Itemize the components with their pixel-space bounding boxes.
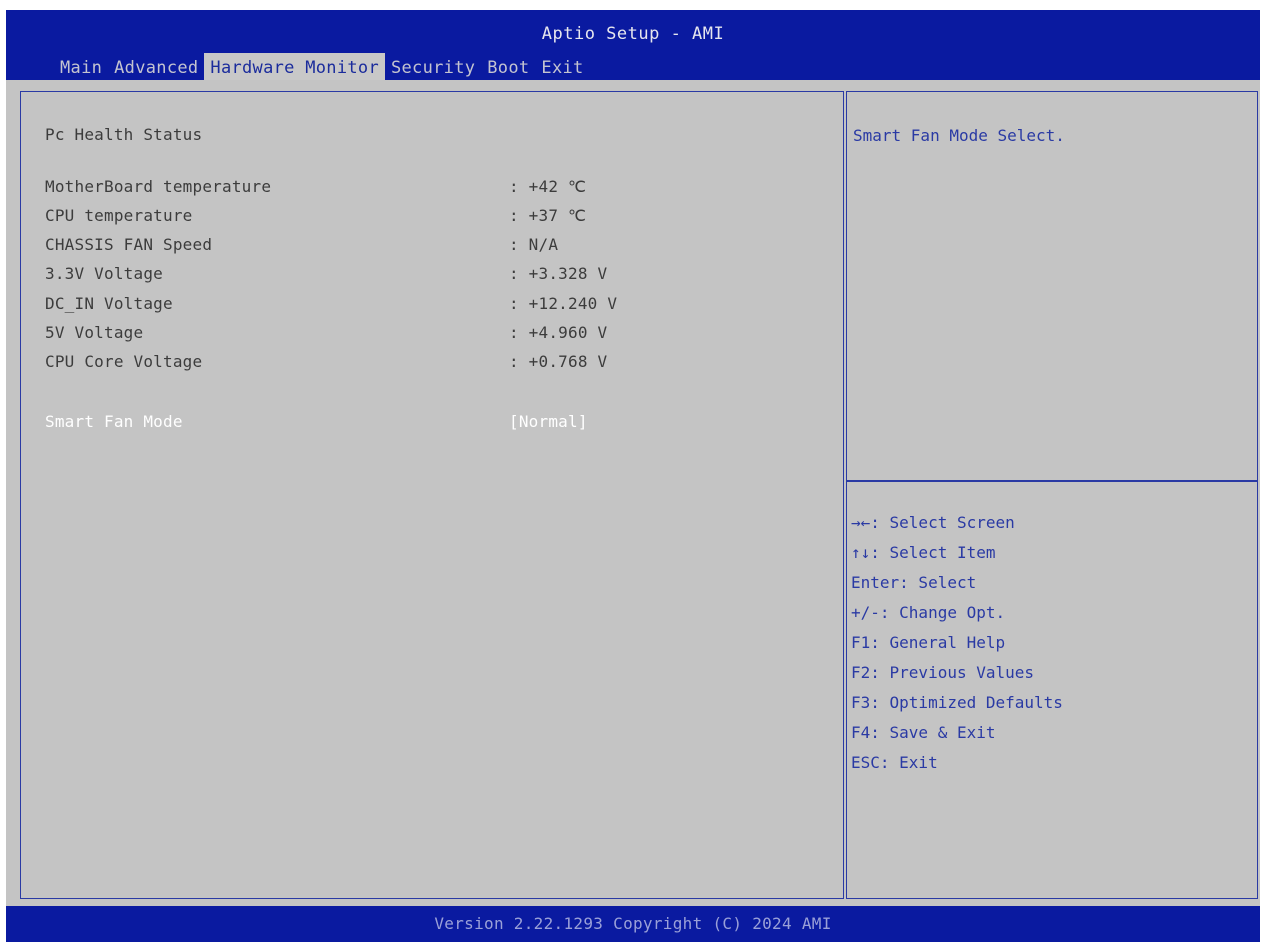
key-hint: F4: Save & Exit	[851, 723, 996, 742]
key-legend: →←: Select Screen ↑↓: Select Item Enter:…	[851, 508, 1063, 778]
tab-advanced[interactable]: Advanced	[108, 53, 204, 83]
reading-label: CPU Core Voltage	[45, 352, 203, 371]
reading-value: : +3.328 V	[509, 264, 608, 283]
tab-hardware-monitor[interactable]: Hardware Monitor	[204, 53, 385, 83]
reading-value: : +42 ℃	[509, 177, 587, 196]
key-hint: Enter: Select	[851, 573, 977, 592]
key-hint: F1: General Help	[851, 633, 1006, 652]
header-bar: Aptio Setup - AMI Main Advanced Hardware…	[6, 10, 1260, 83]
reading-label: 5V Voltage	[45, 323, 144, 342]
reading-value: : +4.960 V	[509, 323, 608, 342]
reading-value: : +37 ℃	[509, 206, 587, 225]
app-title: Aptio Setup - AMI	[541, 24, 725, 44]
reading-label: MotherBoard temperature	[45, 177, 272, 196]
tab-bar: Main Advanced Hardware Monitor Security …	[54, 53, 590, 83]
reading-label: CPU temperature	[45, 206, 193, 225]
key-hint: →←: Select Screen	[851, 513, 1015, 532]
key-hint: ↑↓: Select Item	[851, 543, 996, 562]
reading-value: : +12.240 V	[509, 294, 618, 313]
settings-pane: Pc Health Status MotherBoard temperature…	[20, 91, 844, 899]
tab-exit[interactable]: Exit	[535, 53, 589, 83]
section-title: Pc Health Status	[45, 125, 203, 144]
tab-boot[interactable]: Boot	[481, 53, 535, 83]
key-hint: F3: Optimized Defaults	[851, 693, 1063, 712]
smart-fan-mode-select[interactable]: [Normal]	[509, 412, 588, 431]
key-hint: +/-: Change Opt.	[851, 603, 1006, 622]
reading-value: : N/A	[509, 235, 559, 254]
help-description: Smart Fan Mode Select.	[853, 126, 1065, 145]
content-area: Pc Health Status MotherBoard temperature…	[6, 80, 1260, 906]
reading-label: 3.3V Voltage	[45, 264, 163, 283]
smart-fan-mode-label[interactable]: Smart Fan Mode	[45, 412, 183, 431]
reading-label: CHASSIS FAN Speed	[45, 235, 213, 254]
key-hint: ESC: Exit	[851, 753, 938, 772]
help-divider	[847, 480, 1257, 482]
tab-security[interactable]: Security	[385, 53, 481, 83]
reading-value: : +0.768 V	[509, 352, 608, 371]
tab-main[interactable]: Main	[54, 53, 108, 83]
footer-bar: Version 2.22.1293 Copyright (C) 2024 AMI	[6, 906, 1260, 942]
reading-label: DC_IN Voltage	[45, 294, 173, 313]
bios-screen: Aptio Setup - AMI Main Advanced Hardware…	[0, 0, 1262, 951]
key-hint: F2: Previous Values	[851, 663, 1035, 682]
help-pane: Smart Fan Mode Select. →←: Select Screen…	[846, 91, 1258, 899]
